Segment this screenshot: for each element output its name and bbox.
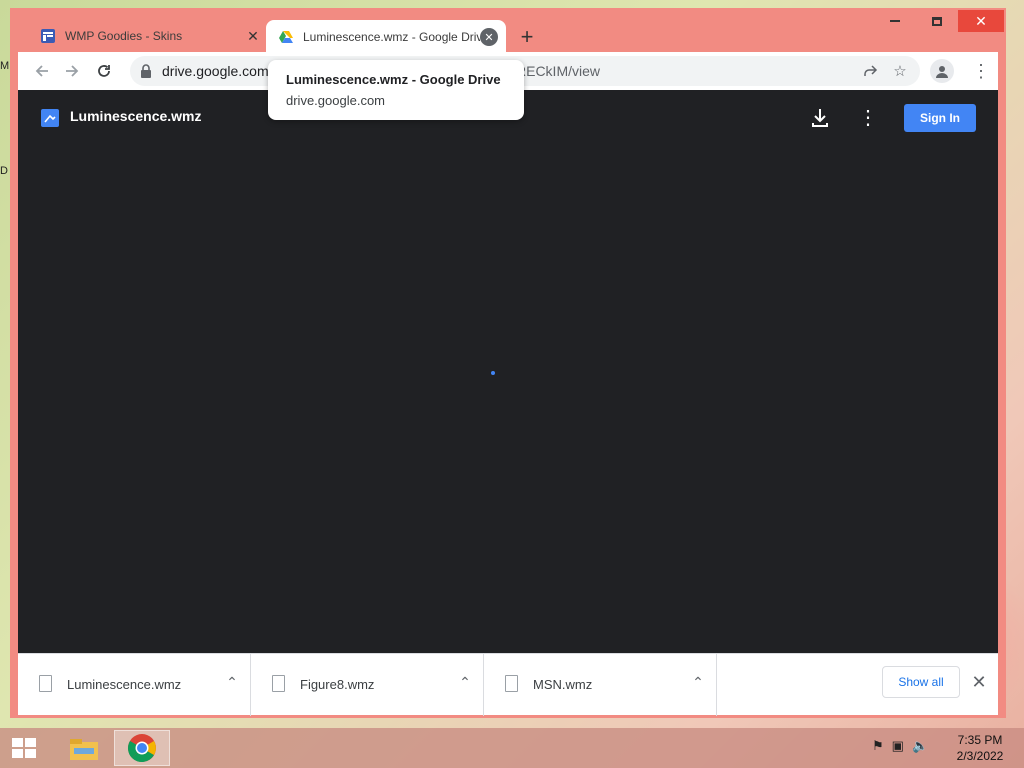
close-download-shelf-button[interactable]: ✕: [968, 670, 990, 694]
download-item[interactable]: Luminescence.wmz ⌃: [18, 654, 251, 716]
hover-card-url: drive.google.com: [286, 93, 385, 108]
maximize-icon: [932, 16, 942, 26]
download-item[interactable]: Figure8.wmz ⌃: [251, 654, 484, 716]
close-window-button[interactable]: ✕: [958, 10, 1004, 32]
lock-icon: [141, 64, 151, 78]
download-shelf: Luminescence.wmz ⌃ Figure8.wmz ⌃ MSN.wmz…: [18, 653, 998, 716]
bookmark-star-icon[interactable]: ☆: [890, 61, 910, 81]
action-center-flag-icon[interactable]: ⚑: [872, 738, 884, 754]
chrome-icon: [128, 734, 156, 763]
tab-close-button[interactable]: ✕: [480, 28, 498, 46]
url-path-text: RECkIM/view: [516, 63, 601, 79]
tab-close-button[interactable]: ✕: [244, 27, 262, 45]
download-file-name: Luminescence.wmz: [67, 677, 182, 692]
tab-hover-card: Luminescence.wmz - Google Drive drive.go…: [268, 60, 524, 120]
desktop-icon-label: D: [0, 165, 8, 177]
address-bar[interactable]: drive.google.com RECkIM/view ☆: [130, 56, 920, 86]
chevron-up-icon[interactable]: ⌃: [690, 674, 706, 694]
reload-icon: [98, 65, 110, 77]
file-icon: [505, 675, 518, 692]
forward-arrow-icon: [66, 65, 79, 77]
system-tray: ⚑ ▣ 🔈: [872, 738, 928, 754]
clock-date: 2/3/2022: [956, 749, 1004, 763]
window-controls: ✕: [874, 10, 1004, 32]
drive-file-viewer: Luminescence.wmz ⋮ Sign In: [18, 90, 998, 653]
browser-menu-button[interactable]: ⋮: [972, 59, 990, 83]
profile-avatar-button[interactable]: [930, 59, 954, 83]
chevron-up-icon[interactable]: ⌃: [224, 674, 240, 694]
tab-title: WMP Goodies - Skins: [65, 29, 183, 43]
reload-button[interactable]: [92, 59, 116, 83]
close-icon: ✕: [975, 12, 987, 29]
url-text: drive.google.com: [162, 63, 269, 79]
start-button[interactable]: [10, 736, 38, 760]
sign-in-button[interactable]: Sign In: [904, 104, 976, 132]
google-drive-icon: [279, 31, 293, 43]
forward-button[interactable]: [60, 59, 84, 83]
taskbar-clock[interactable]: 7:35 PM 2/3/2022: [948, 732, 1012, 764]
minimize-icon: [890, 20, 900, 22]
more-actions-button[interactable]: ⋮: [858, 106, 878, 130]
network-icon[interactable]: ▣: [892, 738, 904, 754]
folder-icon: [70, 739, 98, 760]
tab-wmp-goodies[interactable]: WMP Goodies - Skins ✕: [32, 20, 270, 52]
volume-icon[interactable]: 🔈: [912, 738, 928, 754]
chevron-up-icon[interactable]: ⌃: [457, 674, 473, 694]
download-icon: [812, 109, 828, 127]
file-name-title: Luminescence.wmz: [70, 108, 202, 124]
file-icon: [272, 675, 285, 692]
chrome-taskbar-button[interactable]: [114, 730, 170, 766]
loading-spinner: [491, 371, 495, 375]
windows-logo-icon: [12, 738, 36, 758]
new-tab-button[interactable]: +: [514, 24, 540, 50]
hover-card-title: Luminescence.wmz - Google Drive: [286, 72, 501, 87]
download-button[interactable]: [810, 107, 830, 129]
minimize-button[interactable]: [874, 10, 916, 32]
file-type-icon: [41, 109, 59, 127]
browser-window: ✕ WMP Goodies - Skins ✕ Luminescence.wmz…: [10, 8, 1006, 718]
file-explorer-taskbar-button[interactable]: [56, 730, 112, 766]
tab-google-drive[interactable]: Luminescence.wmz - Google Drive ✕: [266, 20, 506, 54]
wmp-goodies-favicon: [41, 29, 55, 43]
maximize-button[interactable]: [916, 10, 958, 32]
person-icon: [936, 66, 948, 78]
back-button[interactable]: [30, 59, 54, 83]
file-icon: [39, 675, 52, 692]
show-all-downloads-button[interactable]: Show all: [882, 666, 960, 698]
download-file-name: Figure8.wmz: [300, 677, 375, 692]
taskbar: ⚑ ▣ 🔈 7:35 PM 2/3/2022: [0, 728, 1024, 768]
back-arrow-icon: [35, 65, 48, 77]
tab-title: Luminescence.wmz - Google Drive: [303, 30, 480, 44]
desktop-icon-label: M: [0, 60, 10, 72]
download-file-name: MSN.wmz: [533, 677, 593, 692]
clock-time: 7:35 PM: [957, 733, 1003, 747]
share-icon[interactable]: [860, 61, 880, 81]
download-item[interactable]: MSN.wmz ⌃: [484, 654, 717, 716]
